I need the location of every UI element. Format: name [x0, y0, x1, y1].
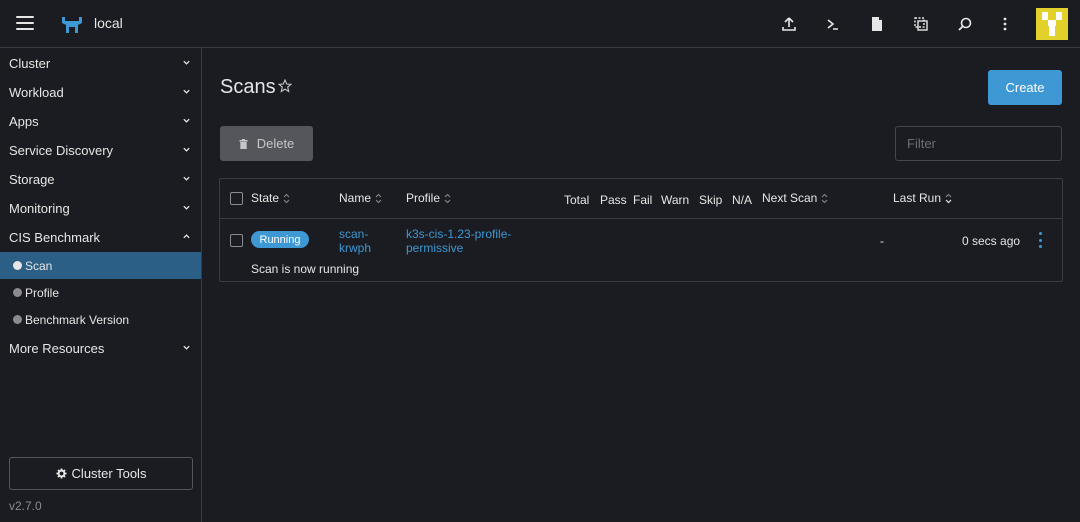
sidebar-nav: Cluster Workload Apps Service Discovery …	[0, 48, 202, 522]
sidebar-item-profile[interactable]: Profile	[0, 279, 201, 306]
kubectl-shell-icon[interactable]	[821, 12, 845, 36]
sidebar-group-label: CIS Benchmark	[9, 230, 101, 245]
sort-icon	[444, 193, 451, 203]
sidebar-group-monitoring[interactable]: Monitoring	[0, 194, 201, 223]
gear-icon	[56, 468, 67, 479]
scan-name-line: krwph	[339, 241, 372, 255]
trash-icon	[239, 138, 248, 149]
column-label: State	[251, 191, 280, 205]
sidebar-group-apps[interactable]: Apps	[0, 107, 201, 136]
sort-icon	[283, 193, 290, 203]
sidebar-group-label: Storage	[9, 172, 55, 187]
star-icon[interactable]	[278, 79, 292, 93]
page-title: Scans	[220, 76, 276, 98]
chevron-down-icon	[183, 147, 190, 152]
row-status-message: Scan is now running	[251, 262, 360, 276]
scans-table: State Name Profile Total Pass Fail Warn …	[219, 178, 1063, 282]
sidebar-item-label: Profile	[25, 285, 60, 300]
menu-icon[interactable]	[16, 16, 34, 30]
sidebar-group-label: Monitoring	[9, 201, 70, 216]
chevron-down-icon	[183, 60, 190, 65]
cluster-tools-label: Cluster Tools	[71, 466, 147, 481]
copy-kubeconfig-icon[interactable]	[909, 12, 933, 36]
row-checkbox[interactable]	[230, 234, 243, 247]
next-scan-value: -	[880, 234, 884, 248]
column-header-pass: Pass	[600, 193, 627, 207]
column-header-profile[interactable]: Profile	[406, 191, 451, 205]
sort-icon	[375, 193, 382, 203]
sidebar-group-cis-benchmark[interactable]: CIS Benchmark	[0, 223, 201, 252]
sort-desc-icon	[945, 193, 952, 203]
cluster-name[interactable]: local	[94, 15, 123, 31]
chevron-down-icon	[183, 89, 190, 94]
chevron-down-icon	[183, 345, 190, 350]
profile-link[interactable]: k3s-cis-1.23-profile- permissive	[406, 227, 511, 255]
sidebar-group-label: Service Discovery	[9, 143, 114, 158]
sidebar-item-label: Scan	[25, 258, 53, 273]
profile-name-line: permissive	[406, 241, 464, 255]
profile-name-line: k3s-cis-1.23-profile-	[406, 227, 512, 241]
resource-dot-icon	[13, 261, 22, 270]
filter-input[interactable]	[895, 126, 1062, 161]
file-icon[interactable]	[865, 12, 889, 36]
column-header-total: Total	[564, 193, 590, 207]
column-header-na: N/A	[732, 193, 753, 207]
column-label: Name	[339, 191, 372, 205]
scan-name-link[interactable]: scan- krwph	[339, 227, 371, 255]
version-label: v2.7.0	[9, 499, 42, 513]
upload-icon[interactable]	[777, 12, 801, 36]
sidebar-group-label: Workload	[9, 85, 64, 100]
column-header-fail: Fail	[633, 193, 653, 207]
sidebar-item-label: Benchmark Version	[25, 312, 130, 327]
status-badge: Running	[251, 231, 309, 248]
chevron-up-icon	[183, 234, 190, 239]
sidebar-group-cluster[interactable]: Cluster	[0, 49, 201, 78]
column-header-name[interactable]: Name	[339, 191, 382, 205]
column-header-state[interactable]: State	[251, 191, 290, 205]
scan-name-line: scan-	[339, 227, 369, 241]
cluster-logo-icon	[62, 17, 82, 33]
column-header-last-run[interactable]: Last Run	[893, 191, 952, 205]
search-icon[interactable]	[953, 12, 977, 36]
more-vertical-icon[interactable]	[993, 12, 1017, 36]
column-label: Profile	[406, 191, 441, 205]
delete-button[interactable]: Delete	[220, 126, 313, 161]
sidebar-group-more-resources[interactable]: More Resources	[0, 334, 201, 363]
sidebar-group-workload[interactable]: Workload	[0, 78, 201, 107]
sidebar-group-label: More Resources	[9, 341, 105, 356]
column-label: Last Run	[893, 191, 942, 205]
select-all-checkbox[interactable]	[230, 192, 243, 205]
chevron-down-icon	[183, 118, 190, 123]
column-label: Next Scan	[762, 191, 818, 205]
cluster-tools-button[interactable]: Cluster Tools	[9, 457, 193, 490]
sidebar-group-storage[interactable]: Storage	[0, 165, 201, 194]
last-run-value: 0 secs ago	[962, 234, 1021, 248]
sidebar-group-service-discovery[interactable]: Service Discovery	[0, 136, 201, 165]
column-header-warn: Warn	[661, 193, 690, 207]
sidebar-group-label: Cluster	[9, 56, 51, 71]
user-avatar[interactable]	[1036, 8, 1068, 40]
column-header-next-scan[interactable]: Next Scan	[762, 191, 828, 205]
resource-dot-icon	[13, 315, 22, 324]
chevron-down-icon	[183, 176, 190, 181]
top-header: local	[0, 0, 1080, 48]
sidebar-item-scan[interactable]: Scan	[0, 252, 201, 279]
delete-label: Delete	[256, 136, 295, 151]
table-header-divider	[220, 218, 1062, 219]
chevron-down-icon	[183, 205, 190, 210]
create-button[interactable]: Create	[988, 70, 1062, 105]
column-header-skip: Skip	[699, 193, 723, 207]
sort-icon	[822, 193, 828, 203]
sidebar-group-label: Apps	[9, 114, 39, 129]
row-actions-icon[interactable]	[1033, 232, 1047, 248]
sidebar-item-benchmark-version[interactable]: Benchmark Version	[0, 306, 201, 333]
resource-dot-icon	[13, 288, 22, 297]
